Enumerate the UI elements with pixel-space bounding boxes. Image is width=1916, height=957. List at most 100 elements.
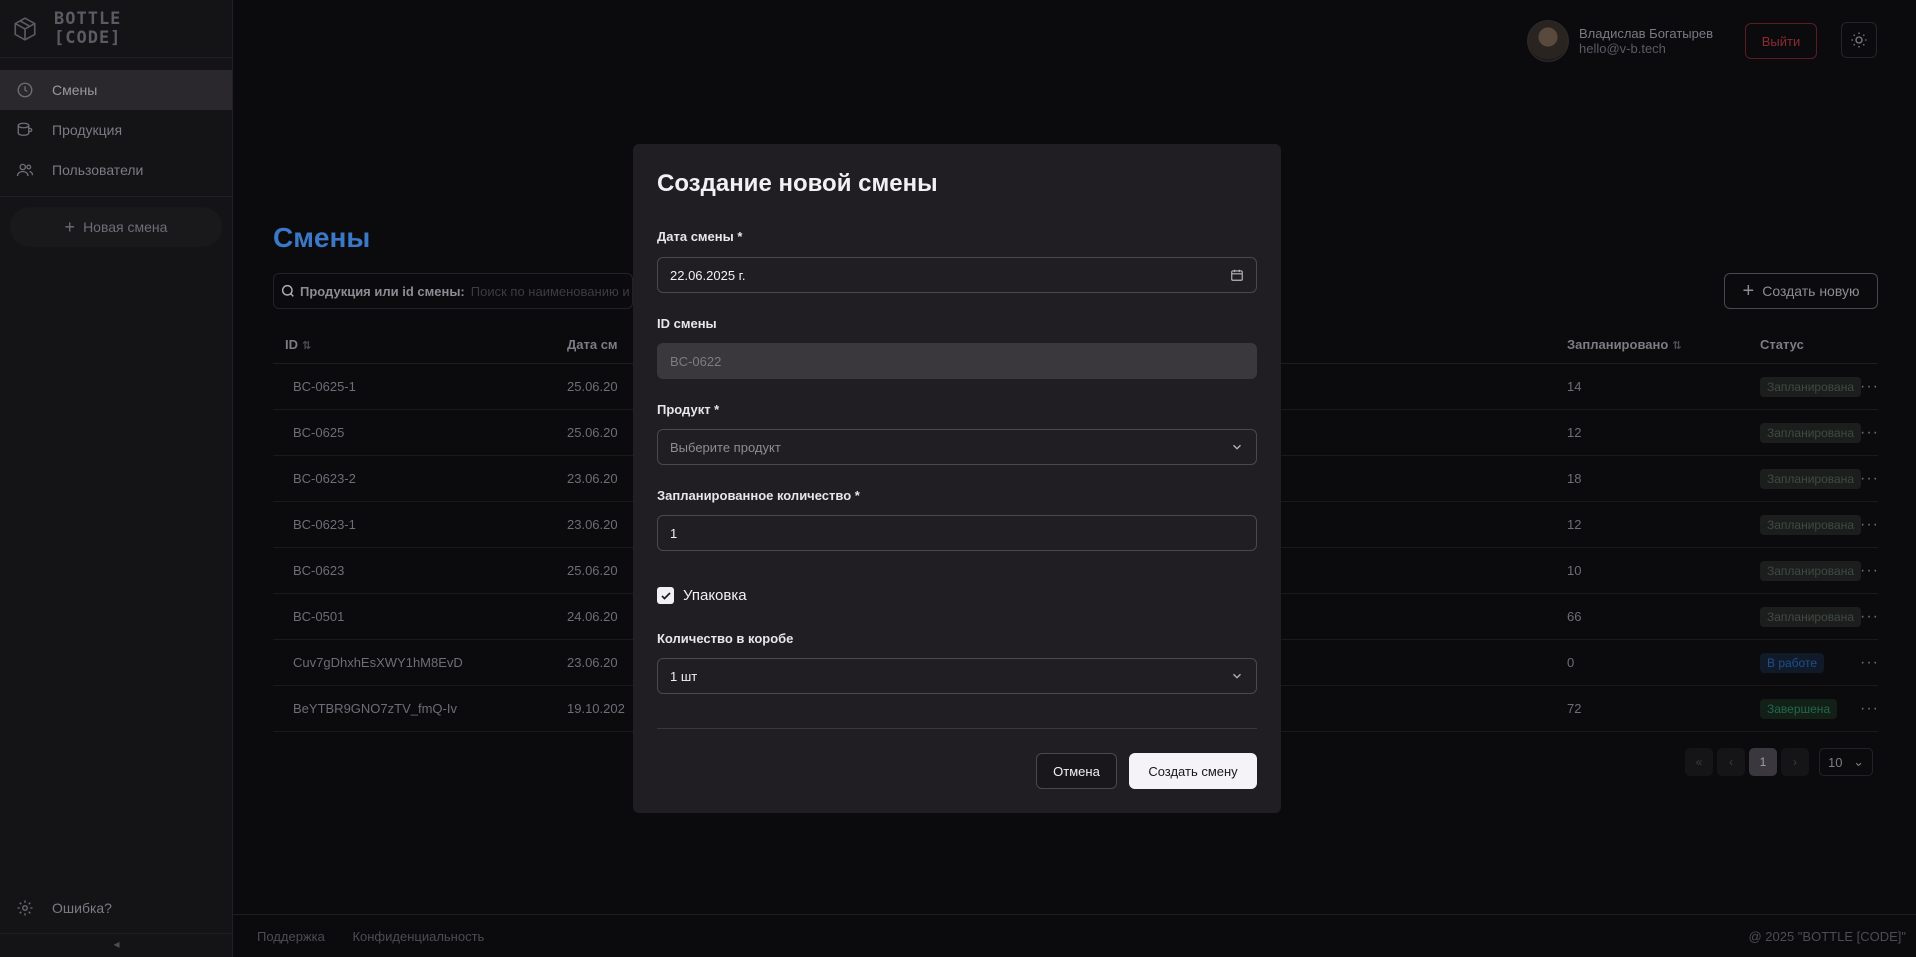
- box-quantity-label: Количество в коробе: [657, 631, 794, 646]
- cell-planned: 66: [1567, 609, 1582, 624]
- sidebar-item-label: Пользователи: [52, 162, 144, 178]
- bug-gear-icon: [17, 900, 33, 916]
- cell-id: BC-0625: [293, 425, 345, 440]
- sidebar: BOTTLE [CODE] Смены Продукция Пользовате…: [0, 0, 233, 957]
- row-menu-icon[interactable]: ···: [1860, 608, 1878, 626]
- user-profile[interactable]: Владислав Богатырев hello@v-b.tech: [1527, 20, 1713, 62]
- column-header-status: Статус: [1760, 337, 1804, 352]
- row-menu-icon[interactable]: ···: [1860, 378, 1878, 396]
- sidebar-item-products[interactable]: Продукция: [0, 110, 232, 150]
- packing-checkbox[interactable]: Упаковка: [657, 587, 747, 604]
- status-badge: Запланирована: [1760, 560, 1861, 581]
- chevron-down-icon: ⌄: [1853, 754, 1864, 769]
- new-shift-button[interactable]: + Новая смена: [10, 207, 222, 247]
- sidebar-nav: Смены Продукция Пользователи: [0, 58, 232, 197]
- search-label: Продукция или id смены:: [300, 283, 465, 299]
- cell-id: BC-0623-1: [293, 517, 356, 532]
- cancel-button[interactable]: Отмена: [1036, 753, 1117, 789]
- search-input[interactable]: Продукция или id смены: Поиск по наимено…: [273, 273, 633, 309]
- brand-logo[interactable]: BOTTLE [CODE]: [0, 0, 232, 58]
- cell-status: Запланирована: [1760, 468, 1861, 489]
- status-badge: Запланирована: [1760, 422, 1861, 443]
- shift-id-label: ID смены: [657, 316, 717, 331]
- cell-status: Запланирована: [1760, 376, 1861, 397]
- status-badge: Завершена: [1760, 698, 1838, 719]
- box-quantity-value: 1 шт: [670, 668, 698, 684]
- cell-status: Запланирована: [1760, 514, 1861, 535]
- sidebar-collapse-button[interactable]: ◂: [0, 933, 233, 953]
- user-info: Владислав Богатырев hello@v-b.tech: [1579, 26, 1713, 56]
- product-placeholder: Выберите продукт: [670, 439, 781, 455]
- shift-id-field: BC-0622: [657, 343, 1257, 379]
- packing-label: Упаковка: [683, 587, 747, 604]
- privacy-link[interactable]: Конфиденциальность: [352, 929, 484, 944]
- brand-name: BOTTLE [CODE]: [54, 8, 122, 48]
- cell-id: BeYTBR9GNO7zTV_fmQ-Iv: [293, 701, 457, 716]
- plus-icon: +: [64, 216, 76, 237]
- sidebar-item-label: Продукция: [52, 122, 123, 138]
- chevron-down-icon: [1230, 440, 1244, 454]
- column-header-id[interactable]: ID ⇅: [273, 337, 567, 352]
- status-badge: В работе: [1760, 652, 1825, 673]
- cell-status: Запланирована: [1760, 422, 1861, 443]
- cell-status: Запланирована: [1760, 560, 1861, 581]
- quantity-field[interactable]: 1: [657, 515, 1257, 551]
- page-size-select[interactable]: 10 ⌄: [1819, 748, 1873, 776]
- product-icon: [17, 122, 33, 136]
- bug-report-link[interactable]: Ошибка?: [16, 899, 112, 917]
- calendar-icon[interactable]: [1230, 268, 1244, 282]
- current-page-button[interactable]: 1: [1749, 748, 1777, 776]
- row-menu-icon[interactable]: ···: [1860, 470, 1878, 488]
- sort-icon: ⇅: [302, 340, 312, 352]
- pagination: « ‹ 1 › 10 ⌄: [1685, 748, 1873, 776]
- sidebar-item-shifts[interactable]: Смены: [0, 70, 232, 110]
- prev-page-button[interactable]: ‹: [1717, 748, 1745, 776]
- box-logo-icon: [14, 16, 36, 41]
- avatar: [1527, 20, 1569, 62]
- row-menu-icon[interactable]: ···: [1860, 700, 1878, 718]
- cell-id: Cuv7gDhxhEsXWY1hM8EvD: [293, 655, 463, 670]
- row-menu-icon[interactable]: ···: [1860, 424, 1878, 442]
- product-select[interactable]: Выберите продукт: [657, 429, 1257, 465]
- row-menu-icon[interactable]: ···: [1860, 562, 1878, 580]
- cell-planned: 14: [1567, 379, 1582, 394]
- first-page-button[interactable]: «: [1685, 748, 1713, 776]
- cell-status: Завершена: [1760, 698, 1860, 719]
- status-badge: Запланирована: [1760, 514, 1861, 535]
- cell-planned: 12: [1567, 517, 1582, 532]
- date-field[interactable]: 22.06.2025 г.: [657, 257, 1257, 293]
- new-shift-label: Новая смена: [83, 219, 168, 235]
- column-header-planned[interactable]: Запланировано ⇅: [1567, 337, 1760, 352]
- support-link[interactable]: Поддержка: [257, 929, 325, 944]
- create-new-button[interactable]: + Создать новую: [1724, 273, 1878, 309]
- chevron-down-icon: [1230, 669, 1244, 683]
- search-icon: [281, 284, 294, 297]
- page-title: Смены: [273, 222, 371, 253]
- product-label: Продукт *: [657, 402, 720, 417]
- quantity-label: Запланированное количество *: [657, 488, 860, 503]
- clock-icon: [17, 82, 33, 98]
- logout-button[interactable]: Выйти: [1745, 23, 1817, 59]
- footer: Поддержка Конфиденциальность @ 2025 "BOT…: [233, 914, 1916, 957]
- sidebar-item-label: Смены: [52, 82, 98, 98]
- row-menu-icon[interactable]: ···: [1860, 654, 1878, 672]
- users-icon: [16, 163, 34, 177]
- sidebar-item-users[interactable]: Пользователи: [0, 150, 232, 190]
- theme-toggle-button[interactable]: [1841, 22, 1877, 58]
- cell-id: BC-0623-2: [293, 471, 356, 486]
- search-placeholder: Поиск по наименованию и: [470, 283, 630, 299]
- box-quantity-select[interactable]: 1 шт: [657, 658, 1257, 694]
- cell-id: BC-0501: [293, 609, 345, 624]
- cell-id: BC-0625-1: [293, 379, 356, 394]
- cell-planned: 72: [1567, 701, 1582, 716]
- cell-planned: 18: [1567, 471, 1582, 486]
- cell-status: Запланирована: [1760, 606, 1861, 627]
- plus-icon: +: [1742, 279, 1755, 302]
- create-shift-button[interactable]: Создать смену: [1129, 753, 1257, 789]
- status-badge: Запланирована: [1760, 468, 1861, 489]
- status-badge: Запланирована: [1760, 376, 1861, 397]
- next-page-button[interactable]: ›: [1781, 748, 1809, 776]
- row-menu-icon[interactable]: ···: [1860, 516, 1878, 534]
- user-name: Владислав Богатырев: [1579, 26, 1713, 41]
- create-shift-dialog: Создание новой смены Дата смены * 22.06.…: [633, 144, 1281, 813]
